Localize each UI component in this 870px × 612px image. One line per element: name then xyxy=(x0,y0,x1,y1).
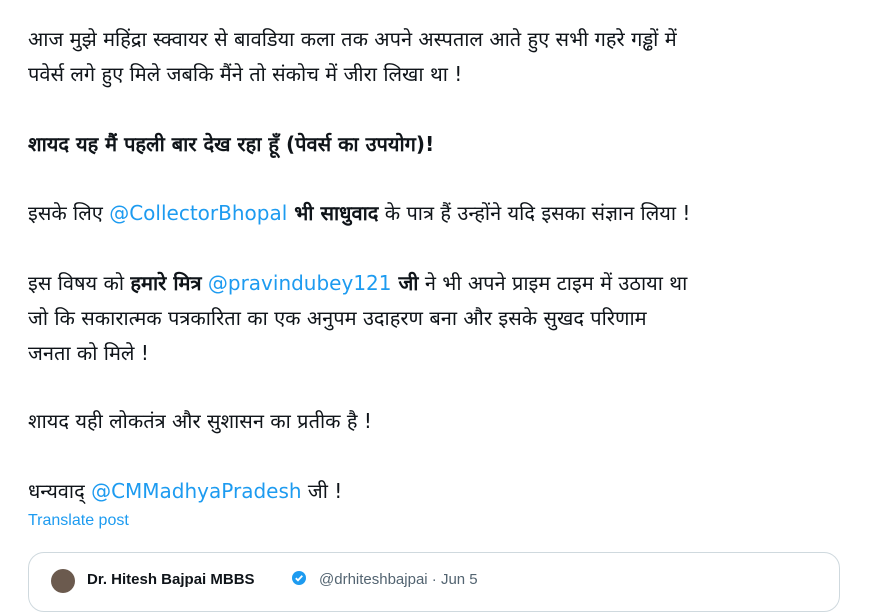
verified-badge-icon xyxy=(292,571,306,585)
paragraph-3-line: इसके लिए @CollectorBhopal भी साधुवाद के … xyxy=(28,196,690,231)
paragraph-2-line: शायद यह मैं पहली बार देख रहा हूँ (पेवर्स… xyxy=(28,132,435,156)
paragraph-4-bold-1: हमारे मित्र xyxy=(130,271,202,295)
mention-pravindubey121[interactable]: @pravindubey121 xyxy=(202,271,392,295)
paragraph-4: इस विषय को हमारे मित्र @pravindubey121 ज… xyxy=(28,266,687,371)
paragraph-6-text-a: धन्यवाद् xyxy=(28,479,92,503)
paragraph-6: धन्यवाद् @CMMadhyaPradesh जी ! xyxy=(28,474,342,509)
paragraph-1-line-2: पवेर्स लगे हुए मिले जबकि मैंने तो संकोच … xyxy=(28,62,463,86)
paragraph-4-line-1: इस विषय को हमारे मित्र @pravindubey121 ज… xyxy=(28,266,687,301)
avatar[interactable] xyxy=(51,569,75,593)
mention-collector-bhopal[interactable]: @CollectorBhopal xyxy=(109,201,287,225)
paragraph-4-text-a: इस विषय को xyxy=(28,271,131,295)
paragraph-1: आज मुझे महिंद्रा स्क्वायर से बावडिया कला… xyxy=(28,22,677,92)
translate-post-link[interactable]: Translate post xyxy=(28,512,129,530)
paragraph-1-line-1: आज मुझे महिंद्रा स्क्वायर से बावडिया कला… xyxy=(28,27,677,51)
paragraph-3-text-b: के पात्र हैं उन्होंने यदि इसका संज्ञान ल… xyxy=(378,201,691,225)
paragraph-3: इसके लिए @CollectorBhopal भी साधुवाद के … xyxy=(28,196,690,231)
paragraph-6-line: धन्यवाद् @CMMadhyaPradesh जी ! xyxy=(28,474,342,509)
paragraph-3-bold: भी साधुवाद xyxy=(287,201,379,225)
paragraph-5-line: शायद यही लोकतंत्र और सुशासन का प्रतीक है… xyxy=(28,409,372,433)
paragraph-5: शायद यही लोकतंत्र और सुशासन का प्रतीक है… xyxy=(28,404,372,439)
paragraph-4-line-3: जनता को मिले ! xyxy=(28,341,149,365)
paragraph-4-text-b: ने भी अपने प्राइम टाइम में उठाया था xyxy=(418,271,688,295)
paragraph-4-line-2: जो कि सकारात्मक पत्रकारिता का एक अनुपम उ… xyxy=(28,306,647,330)
paragraph-4-bold-2: जी xyxy=(391,271,419,295)
mention-cm-madhya-pradesh[interactable]: @CMMadhyaPradesh xyxy=(91,479,301,503)
quoted-post-card[interactable]: Dr. Hitesh Bajpai MBBS @drhiteshbajpai ·… xyxy=(28,552,840,612)
paragraph-2: शायद यह मैं पहली बार देख रहा हूँ (पेवर्स… xyxy=(28,127,434,162)
paragraph-3-text-a: इसके लिए xyxy=(28,201,110,225)
paragraph-6-text-b: जी ! xyxy=(301,479,343,503)
